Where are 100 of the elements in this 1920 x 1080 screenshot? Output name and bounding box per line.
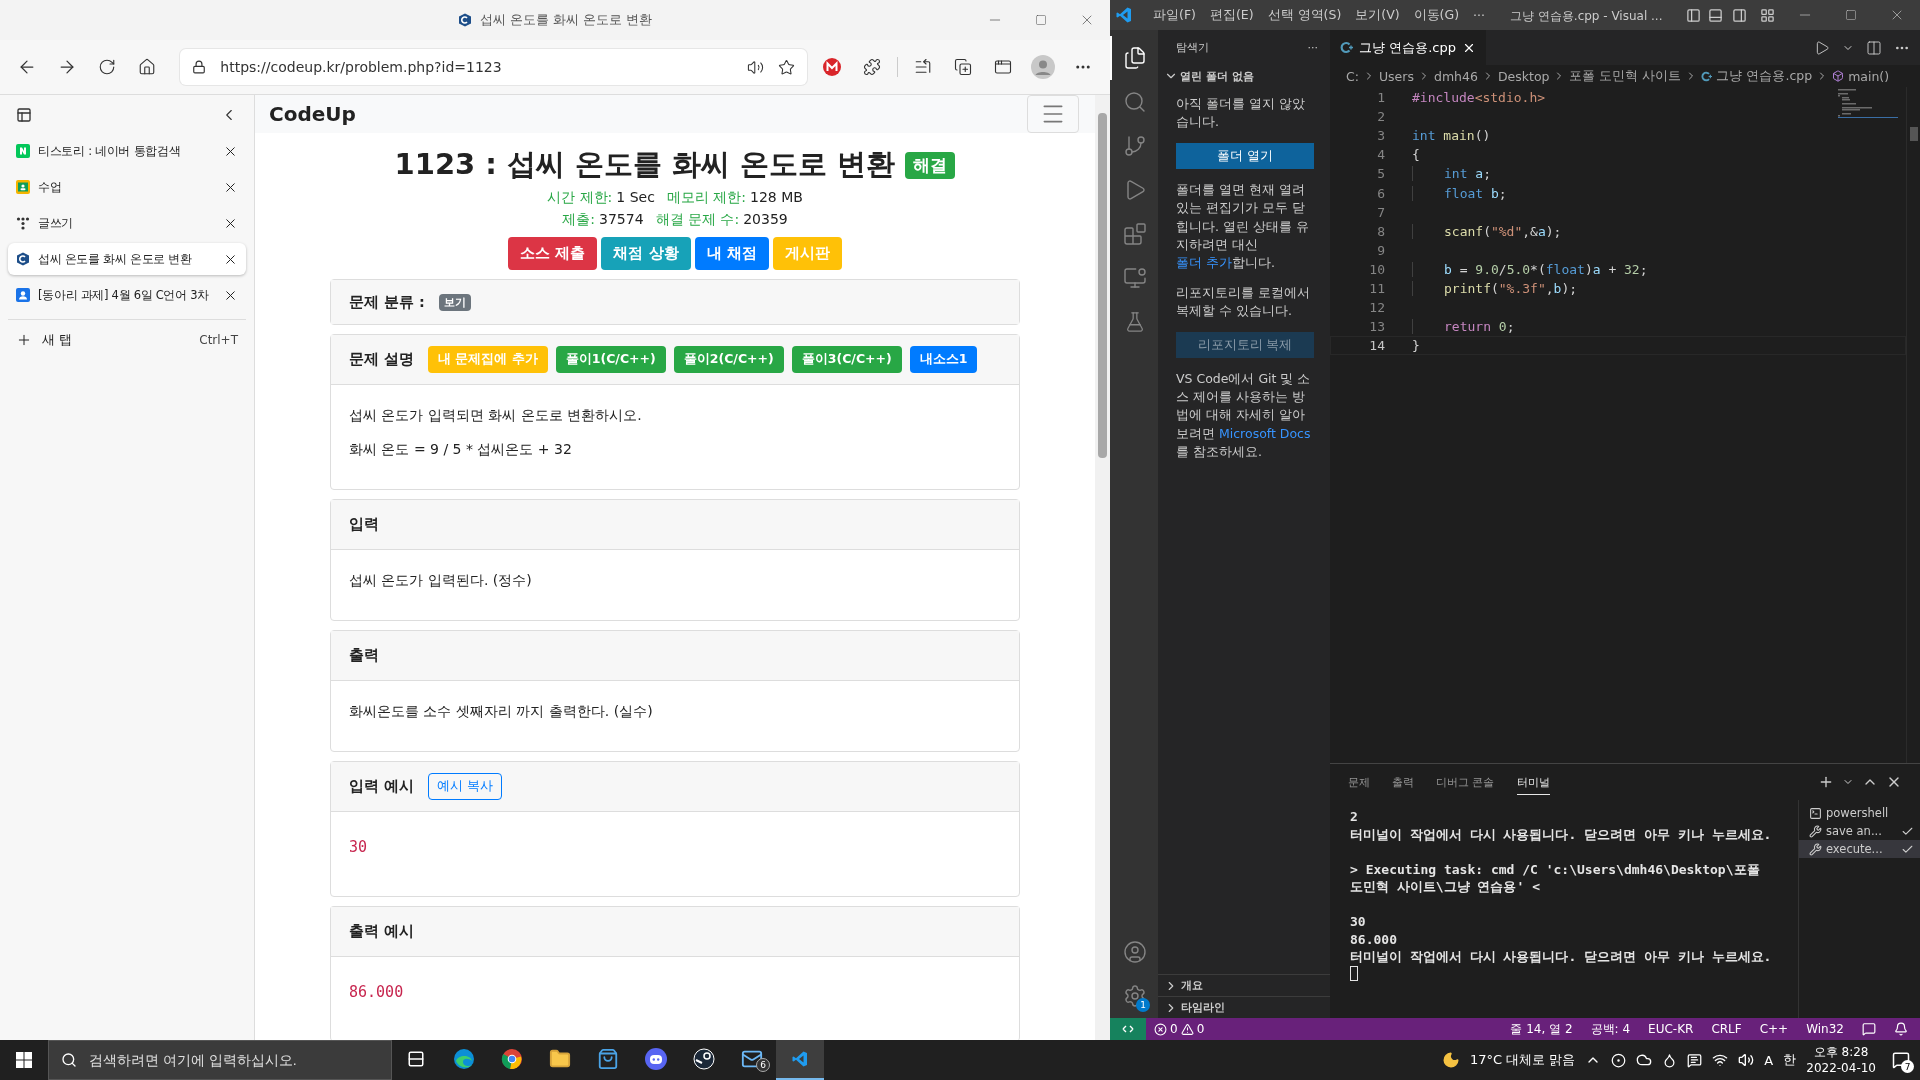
breadcrumb-item[interactable]: main() [1848, 68, 1890, 84]
menu-item[interactable]: ··· [1466, 7, 1492, 23]
mail-icon[interactable] [741, 1048, 763, 1070]
chat-app-icon[interactable] [645, 1048, 667, 1070]
breadcrumb-item[interactable]: 포폴 도민혁 사이트 [1569, 67, 1682, 85]
terminal-item[interactable]: powershell [1799, 804, 1920, 822]
action-button[interactable]: 소스 제출 [508, 237, 598, 270]
browser-tab[interactable]: 티스토리 : 네이버 통합검색 [8, 135, 246, 167]
browser-icon[interactable] [453, 1048, 475, 1070]
panel-tab[interactable]: 터미널 [1516, 769, 1550, 795]
menu-button[interactable] [1027, 95, 1079, 133]
status-item[interactable]: 줄 14, 열 2 [1502, 1020, 1581, 1038]
app-window-icon[interactable] [993, 58, 1012, 76]
profile-avatar-icon[interactable] [1030, 55, 1055, 79]
tab-actions-icon[interactable] [16, 107, 32, 123]
breadcrumb-item[interactable]: 그냥 연습용.cpp [1716, 67, 1813, 85]
network-icon[interactable] [1712, 1052, 1729, 1068]
explorer-icon[interactable] [1123, 46, 1147, 70]
cloud-icon[interactable] [1636, 1052, 1653, 1068]
browser-icon[interactable] [501, 1048, 523, 1070]
weather-icon[interactable] [1441, 1051, 1460, 1069]
search-field[interactable]: 검색하려면 여기에 입력하십시오. [87, 1051, 379, 1069]
terminal-item[interactable]: save an... [1799, 822, 1920, 840]
status-item[interactable]: CRLF [1703, 1022, 1750, 1036]
action-button[interactable]: 내 채점 [694, 237, 769, 270]
run-icon[interactable] [1814, 39, 1830, 56]
remote-explorer-icon[interactable] [1123, 266, 1147, 290]
refresh-icon[interactable] [98, 58, 117, 76]
open-folder-button[interactable]: 폴더 열기 [1176, 143, 1314, 170]
new-tab-button[interactable]: 새 탭 Ctrl+T [8, 324, 246, 356]
notification-center-icon[interactable] [1892, 1051, 1910, 1069]
section-header[interactable]: 타임라인 [1181, 1000, 1225, 1015]
settings-icon[interactable] [1123, 984, 1147, 1008]
menu-item[interactable]: 파일(F) [1146, 6, 1203, 24]
panel-tab[interactable]: 출력 [1392, 769, 1414, 795]
game-launcher-icon[interactable] [693, 1048, 715, 1070]
task-view-icon[interactable] [407, 1050, 425, 1068]
scrollbar[interactable] [1095, 95, 1110, 1040]
more-button[interactable]: ··· [1307, 41, 1318, 54]
volume-icon[interactable] [1738, 1052, 1755, 1068]
extension-logo-icon[interactable] [822, 58, 841, 76]
menu-item[interactable]: 보기(V) [1348, 6, 1407, 24]
favorites-icon[interactable] [913, 58, 932, 76]
feedback-icon[interactable] [1862, 1022, 1876, 1036]
status-item[interactable]: EUC-KR [1640, 1022, 1702, 1036]
status-item[interactable]: 공백: 4 [1582, 1020, 1639, 1038]
toggle-panel-icon[interactable] [1707, 7, 1723, 23]
store-icon[interactable] [597, 1048, 619, 1070]
breadcrumb-item[interactable]: Desktop [1497, 68, 1550, 84]
favorite-star-icon[interactable] [777, 58, 795, 76]
notifications-icon[interactable] [1894, 1022, 1908, 1036]
clock[interactable]: 오후 8:28 2022-04-10 [1806, 1044, 1876, 1076]
weather-text[interactable]: 17°C 대체로 맑음 [1469, 1051, 1576, 1069]
copy-button[interactable]: 예시 복사 [428, 773, 503, 800]
home-icon[interactable] [138, 58, 157, 76]
menu-item[interactable]: 선택 영역(S) [1260, 6, 1349, 24]
collections-icon[interactable] [953, 58, 972, 76]
breadcrumb-item[interactable]: Users [1378, 68, 1414, 84]
show-badge[interactable]: 보기 [438, 293, 471, 311]
add-folder-link[interactable]: 폴더 추가 [1176, 254, 1232, 270]
extensions-icon[interactable] [1123, 222, 1147, 246]
status-item[interactable]: C++ [1751, 1022, 1797, 1036]
flask-icon[interactable] [1124, 311, 1146, 333]
scrollbar-thumb[interactable] [1909, 127, 1918, 141]
breadcrumb-item[interactable]: dmh46 [1433, 68, 1478, 84]
panel-tab[interactable]: 디버그 콘솔 [1436, 769, 1495, 795]
menu-item[interactable]: 이동(G) [1406, 6, 1467, 24]
puzzle-icon[interactable] [862, 58, 881, 76]
breadcrumb-item[interactable]: C: [1346, 68, 1359, 84]
chat-icon[interactable] [1687, 1052, 1703, 1068]
browser-tab[interactable]: [동아리 과제] 4월 6일 C언어 3차 [8, 279, 246, 311]
record-icon[interactable] [1611, 1052, 1627, 1068]
source-control-icon[interactable] [1123, 134, 1147, 158]
editor-tab[interactable]: 그냥 연습용.cpp [1330, 30, 1486, 65]
browser-tab[interactable]: 섭씨 온도를 화씨 온도로 변환 [8, 243, 246, 275]
new-terminal-icon[interactable] [1818, 774, 1834, 790]
section-header[interactable]: 개요 [1181, 978, 1203, 993]
search-icon[interactable] [1123, 90, 1147, 114]
panel-tab[interactable]: 문제 [1348, 769, 1370, 795]
input-method-indicator[interactable]: A [1764, 1052, 1774, 1068]
speaker-icon[interactable] [746, 58, 764, 76]
windows-logo-icon[interactable] [16, 1052, 32, 1068]
solution-button[interactable]: 내소스1 [909, 346, 978, 373]
toggle-sidebar-icon[interactable] [1685, 7, 1701, 23]
folder-icon[interactable] [549, 1048, 571, 1070]
input-method-indicator[interactable]: 한 [1783, 1051, 1797, 1069]
account-icon[interactable] [1123, 940, 1147, 964]
docs-link[interactable]: Microsoft Docs [1219, 425, 1311, 441]
menu-item[interactable]: 편집(E) [1202, 6, 1261, 24]
address-bar[interactable]: https://codeup.kr/problem.php?id=1123 [180, 49, 807, 85]
clone-repository-button[interactable]: 리포지토리 복제 [1176, 332, 1314, 359]
brand-link[interactable]: CodeUp [269, 102, 356, 126]
terminal-item[interactable]: execute... [1799, 840, 1920, 858]
taskbar-app-button[interactable] [776, 1040, 824, 1080]
layout-icon[interactable] [1759, 7, 1775, 23]
status-item[interactable]: Win32 [1798, 1022, 1852, 1036]
browser-tab[interactable]: 글쓰기 [8, 207, 246, 239]
section-header[interactable]: 열린 폴더 없음 [1180, 68, 1254, 84]
toggle-secondary-sidebar-icon[interactable] [1731, 7, 1747, 23]
split-editor-icon[interactable] [1866, 39, 1882, 56]
